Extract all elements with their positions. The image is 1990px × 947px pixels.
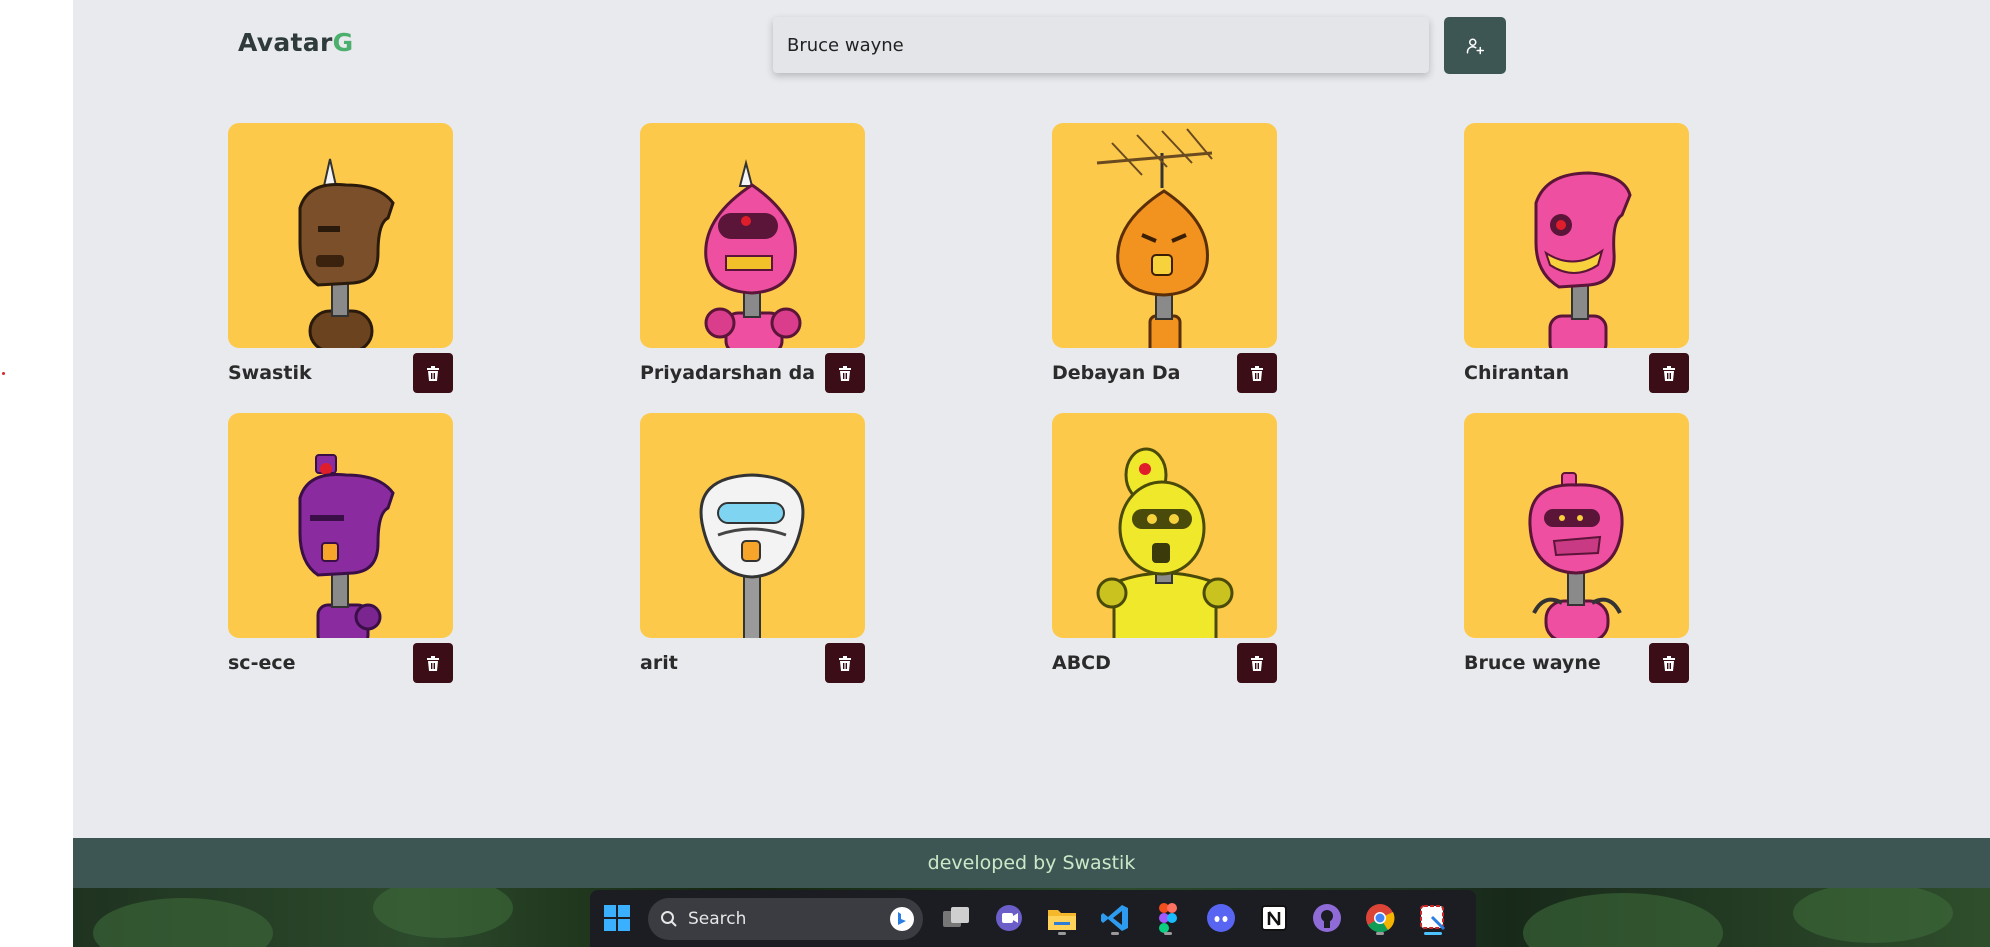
figma-icon[interactable] <box>1149 899 1187 937</box>
avatar-name: Chirantan <box>1464 362 1570 384</box>
trash-icon <box>1663 365 1675 381</box>
delete-button[interactable] <box>413 643 453 683</box>
avatar-name: ABCD <box>1052 652 1111 674</box>
horn <box>738 159 754 187</box>
search-input[interactable] <box>773 17 1429 73</box>
trash-icon <box>427 365 439 381</box>
taskbar-search[interactable]: Search <box>648 898 923 940</box>
avatar-card: Swastik <box>228 123 453 393</box>
add-avatar-button[interactable] <box>1444 17 1506 74</box>
avatar-name: Priyadarshan da <box>640 362 816 384</box>
bing-icon <box>890 907 914 931</box>
delete-button[interactable] <box>1649 353 1689 393</box>
windows-start-icon[interactable] <box>598 899 636 937</box>
avatar-name: Debayan Da <box>1052 362 1181 384</box>
avatar-grid: Swastik Priyadarshan da Debayan Da Chira… <box>228 123 1768 683</box>
avatar-card: Priyadarshan da <box>640 123 865 393</box>
delete-button[interactable] <box>1649 643 1689 683</box>
avatar-name: Swastik <box>228 362 312 384</box>
trash-icon <box>839 365 851 381</box>
avatar-image <box>640 123 865 348</box>
delete-button[interactable] <box>1237 643 1277 683</box>
avatar-card: sc-ece <box>228 413 453 683</box>
avatar-card: Chirantan <box>1464 123 1689 393</box>
horn <box>322 158 338 187</box>
trash-icon <box>1251 365 1263 381</box>
notion-icon[interactable] <box>1255 899 1293 937</box>
delete-button[interactable] <box>825 353 865 393</box>
chrome-icon[interactable] <box>1361 899 1399 937</box>
windows-taskbar: Search <box>590 890 1476 947</box>
avatar-card: Debayan Da <box>1052 123 1277 393</box>
vscode-icon[interactable] <box>1096 899 1134 937</box>
delete-button[interactable] <box>1237 353 1277 393</box>
footer-credit: developed by Swastik <box>927 852 1136 874</box>
snipping-tool-icon[interactable] <box>1414 899 1452 937</box>
github-icon[interactable] <box>1308 899 1346 937</box>
avatar-card: Bruce wayne <box>1464 413 1689 683</box>
avatar-image <box>640 413 865 638</box>
avatar-card: arit <box>640 413 865 683</box>
avatar-name: arit <box>640 652 678 674</box>
avatar-image <box>1052 413 1277 638</box>
taskbar-search-label: Search <box>688 909 747 929</box>
avatar-image <box>1464 123 1689 348</box>
avatar-card: ABCD <box>1052 413 1277 683</box>
trash-icon <box>839 655 851 671</box>
avatar-image <box>1464 413 1689 638</box>
avatar-image <box>228 413 453 638</box>
teams-chat-icon[interactable] <box>990 899 1028 937</box>
cursor-dot <box>2 372 5 375</box>
page-footer: developed by Swastik <box>73 838 1990 888</box>
trash-icon <box>1251 655 1263 671</box>
avatar-image <box>1052 123 1277 348</box>
file-explorer-icon[interactable] <box>1043 899 1081 937</box>
trash-icon <box>427 655 439 671</box>
discord-icon[interactable] <box>1202 899 1240 937</box>
user-plus-icon <box>1466 38 1484 54</box>
task-view-icon[interactable] <box>937 899 975 937</box>
avatar-name: Bruce wayne <box>1464 652 1601 674</box>
search-field[interactable] <box>773 17 1429 73</box>
avatar-name: sc-ece <box>228 652 296 674</box>
delete-button[interactable] <box>413 353 453 393</box>
search-icon <box>661 911 677 927</box>
left-margin <box>0 0 73 947</box>
delete-button[interactable] <box>825 643 865 683</box>
app-logo: AvatarG <box>238 28 354 57</box>
trash-icon <box>1663 655 1675 671</box>
avatar-image <box>228 123 453 348</box>
